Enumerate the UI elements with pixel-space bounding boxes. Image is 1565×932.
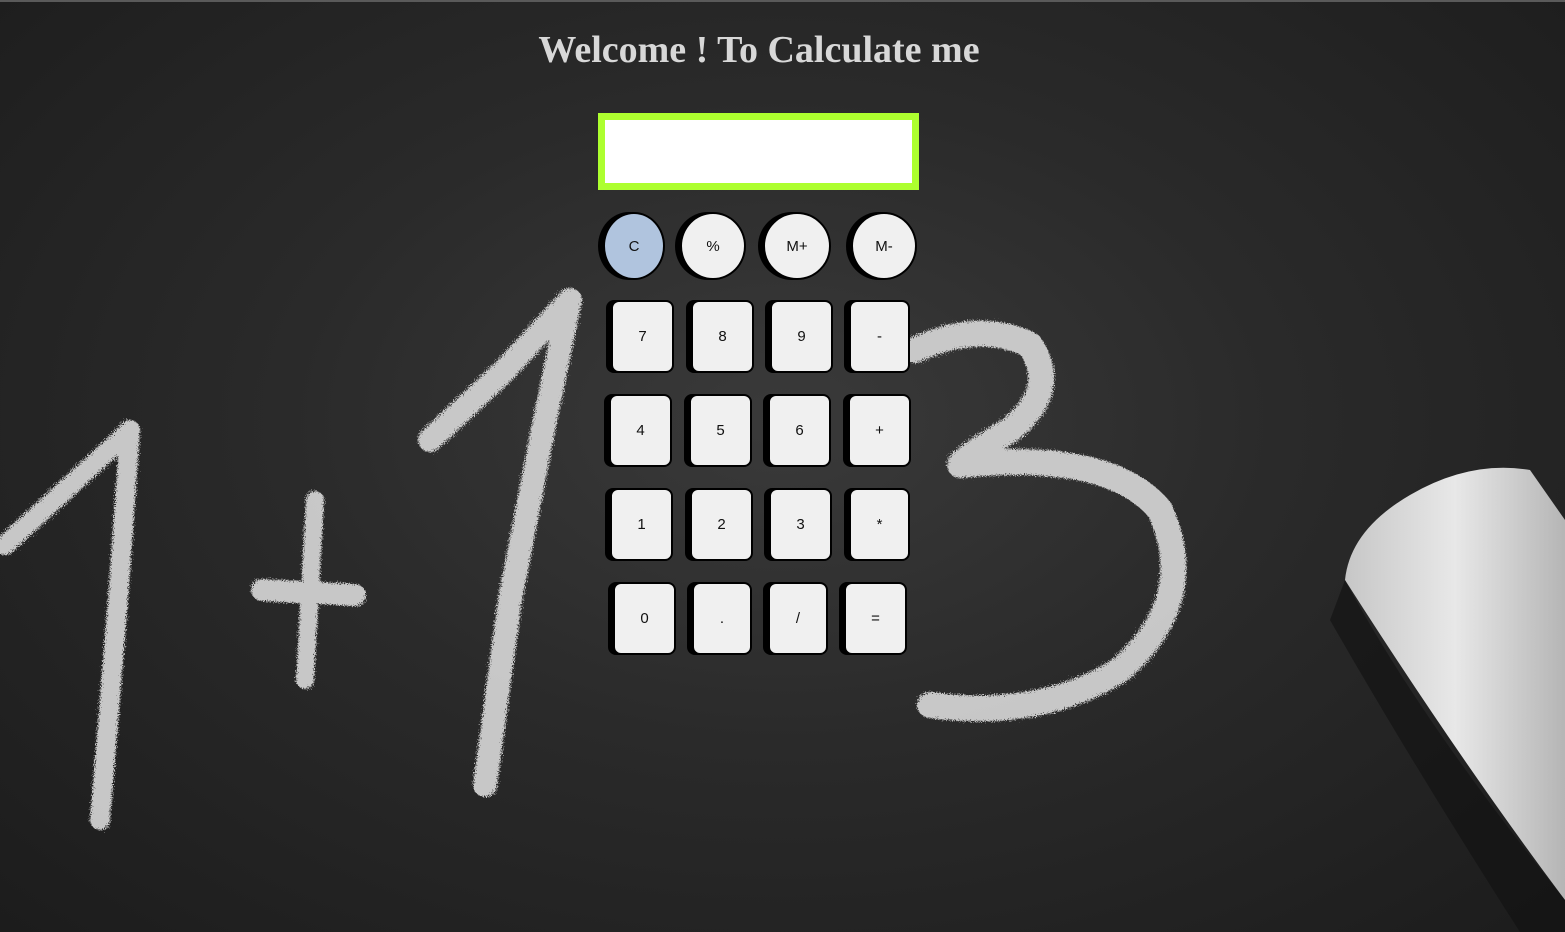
key-7-button[interactable]: 7 bbox=[611, 300, 674, 373]
key-2-button[interactable]: 2 bbox=[690, 488, 753, 561]
key-8-button[interactable]: 8 bbox=[691, 300, 754, 373]
key-3-button[interactable]: 3 bbox=[769, 488, 832, 561]
key-equals-button[interactable]: = bbox=[844, 582, 907, 655]
key-divide-button[interactable]: / bbox=[768, 582, 828, 655]
percent-button[interactable]: % bbox=[680, 212, 746, 280]
chalk-stick-icon bbox=[1330, 467, 1565, 932]
key-4-button[interactable]: 4 bbox=[609, 394, 672, 467]
clear-button[interactable]: C bbox=[603, 212, 665, 280]
key-multiply-button[interactable]: * bbox=[849, 488, 910, 561]
memory-plus-button[interactable]: M+ bbox=[763, 212, 831, 280]
key-9-button[interactable]: 9 bbox=[770, 300, 833, 373]
key-plus-button[interactable]: + bbox=[848, 394, 911, 467]
key-0-button[interactable]: 0 bbox=[613, 582, 676, 655]
key-5-button[interactable]: 5 bbox=[689, 394, 752, 467]
page-title: Welcome ! To Calculate me bbox=[538, 29, 980, 71]
key-6-button[interactable]: 6 bbox=[768, 394, 831, 467]
calculator-display-input[interactable] bbox=[598, 113, 919, 190]
key-decimal-button[interactable]: . bbox=[692, 582, 752, 655]
key-1-button[interactable]: 1 bbox=[610, 488, 673, 561]
memory-minus-button[interactable]: M- bbox=[851, 212, 917, 280]
chalk-writing-1-plus-7-eq-3 bbox=[0, 288, 1187, 830]
key-minus-button[interactable]: - bbox=[849, 300, 910, 373]
